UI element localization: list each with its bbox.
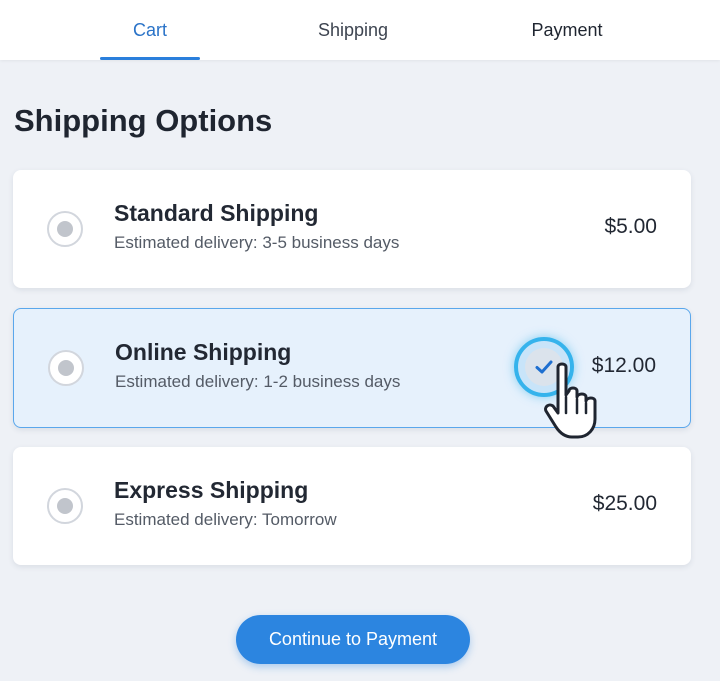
shipping-option-express[interactable]: Express Shipping Estimated delivery: Tom… <box>13 447 691 565</box>
tab-payment[interactable]: Payment <box>517 0 617 60</box>
option-price: $5.00 <box>604 215 657 238</box>
radio-icon[interactable] <box>47 488 83 524</box>
option-price: $12.00 <box>591 354 656 377</box>
option-price: $25.00 <box>592 492 657 515</box>
option-name: Express Shipping <box>114 477 309 503</box>
tab-payment-label: Payment <box>531 19 603 40</box>
shipping-option-standard[interactable]: Standard Shipping Estimated delivery: 3-… <box>13 170 691 288</box>
active-tab-indicator <box>100 57 200 60</box>
option-description: Estimated delivery: 1-2 business days <box>115 372 401 391</box>
shipping-option-online[interactable]: Online Shipping Estimated delivery: 1-2 … <box>13 308 691 439</box>
tab-shipping-label: Shipping <box>317 19 389 40</box>
radio-icon[interactable] <box>48 350 84 386</box>
page-title: Shipping Options <box>14 103 273 138</box>
tab-cart[interactable]: Cart <box>100 0 200 60</box>
tab-shipping[interactable]: Shipping <box>300 0 406 60</box>
option-name: Standard Shipping <box>114 200 319 226</box>
checkout-tab-bar: Cart Shipping Payment <box>0 0 720 60</box>
radio-icon[interactable] <box>47 211 83 247</box>
continue-to-payment-button[interactable]: Continue to Payment <box>236 615 470 664</box>
option-description: Estimated delivery: Tomorrow <box>114 510 337 529</box>
option-name: Online Shipping <box>115 339 292 365</box>
option-description: Estimated delivery: 3-5 business days <box>114 233 400 252</box>
tab-cart-label: Cart <box>132 19 167 40</box>
